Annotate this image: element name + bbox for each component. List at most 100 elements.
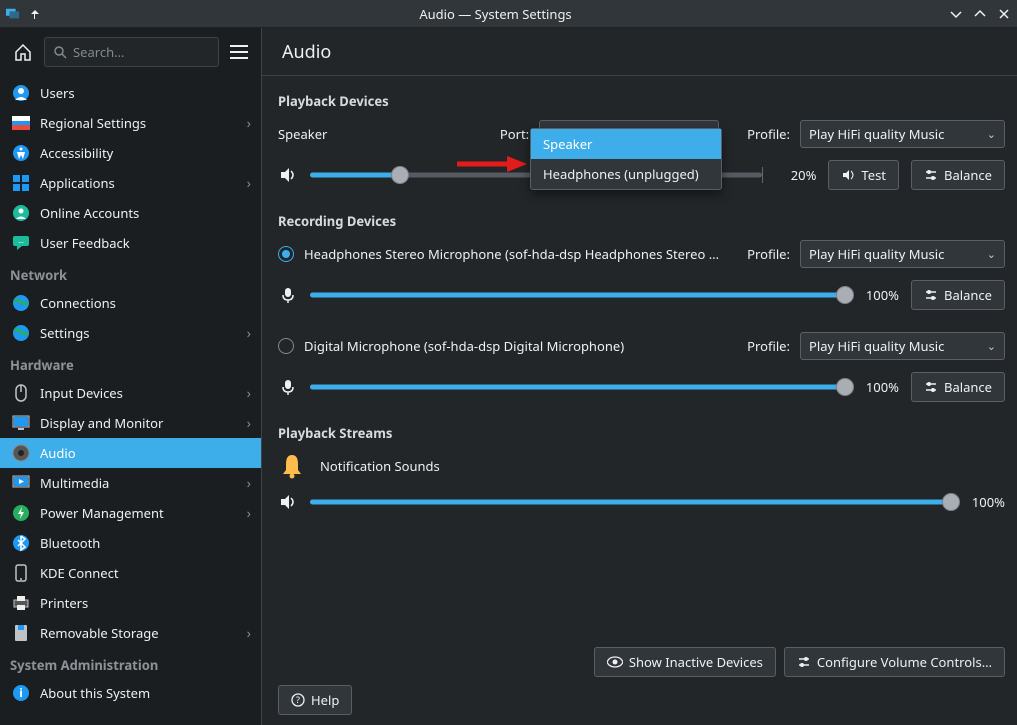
chevron-right-icon: › [247, 324, 251, 343]
multimedia-icon [12, 474, 30, 492]
sidebar-item-label: Applications [40, 174, 237, 192]
accessibility-icon [12, 144, 30, 162]
sidebar-item-power[interactable]: Power Management › [0, 498, 261, 528]
sidebar-item-label: Power Management [40, 504, 237, 522]
balance-label: Balance [944, 286, 992, 304]
sidebar-item-network-settings[interactable]: Settings › [0, 318, 261, 348]
balance-button[interactable]: Balance [911, 160, 1005, 190]
sidebar-item-applications[interactable]: Applications › [0, 168, 261, 198]
show-inactive-button[interactable]: Show Inactive Devices [594, 647, 776, 677]
chevron-right-icon: › [247, 474, 251, 493]
section-playback-streams: Playback Streams [278, 424, 1005, 442]
sidebar-item-audio[interactable]: Audio [0, 438, 261, 468]
sidebar-item-bluetooth[interactable]: Bluetooth [0, 528, 261, 558]
monitor-icon [12, 414, 30, 432]
sidebar-item-kdeconnect[interactable]: KDE Connect [0, 558, 261, 588]
device-name: Headphones Stereo Microphone (sof-hda-ds… [304, 245, 737, 263]
balance-button[interactable]: Balance [911, 372, 1005, 402]
sidebar-item-printers[interactable]: Printers [0, 588, 261, 618]
profile-combo[interactable]: Play HiFi quality Music ⌄ [800, 120, 1005, 148]
sidebar-item-label: Online Accounts [40, 204, 251, 222]
sidebar-item-regional[interactable]: Regional Settings › [0, 108, 261, 138]
test-label: Test [861, 166, 886, 184]
profile-label: Profile: [747, 337, 790, 355]
svg-text:i: i [19, 684, 23, 701]
sidebar-item-accessibility[interactable]: Accessibility [0, 138, 261, 168]
balance-label: Balance [944, 166, 992, 184]
port-option-headphones[interactable]: Headphones (unplugged) [531, 159, 721, 189]
sidebar-item-removable[interactable]: Removable Storage › [0, 618, 261, 648]
minimize-button[interactable] [949, 7, 963, 21]
battery-icon [12, 504, 30, 522]
port-dropdown-popup: Speaker Headphones (unplugged) [530, 128, 722, 190]
sidebar-item-label: Printers [40, 594, 251, 612]
balance-button[interactable]: Balance [911, 280, 1005, 310]
profile-value: Play HiFi quality Music [809, 245, 944, 263]
profile-value: Play HiFi quality Music [809, 125, 944, 143]
chevron-down-icon: ⌄ [987, 127, 996, 142]
device-name: Speaker [278, 125, 327, 143]
stream-name: Notification Sounds [320, 457, 440, 475]
sidebar-group-hardware: Hardware [0, 348, 261, 378]
mouse-icon [12, 384, 30, 402]
pin-icon[interactable] [28, 7, 42, 21]
volume-percent: 100% [857, 378, 899, 396]
test-button[interactable]: Test [828, 160, 899, 190]
port-label: Port: [500, 125, 529, 143]
sidebar-item-display[interactable]: Display and Monitor › [0, 408, 261, 438]
main-panel: Audio Playback Devices Speaker Port: Spe… [262, 28, 1017, 725]
window-title: Audio — System Settings [42, 5, 949, 23]
sidebar-item-label: About this System [40, 684, 251, 702]
sidebar-item-about[interactable]: i About this System [0, 678, 261, 708]
volume-slider[interactable] [310, 492, 951, 512]
port-option-speaker[interactable]: Speaker [531, 129, 721, 159]
feedback-icon: … [12, 234, 30, 252]
profile-combo[interactable]: Play HiFi quality Music ⌄ [800, 240, 1005, 268]
device-radio[interactable] [278, 338, 294, 354]
sidebar-item-users[interactable]: Users [0, 78, 261, 108]
close-button[interactable] [997, 7, 1011, 21]
help-label: Help [311, 691, 339, 709]
profile-label: Profile: [747, 245, 790, 263]
balance-label: Balance [944, 378, 992, 396]
maximize-button[interactable] [973, 7, 987, 21]
search-input[interactable]: Search… [44, 37, 219, 67]
chevron-right-icon: › [247, 414, 251, 433]
sidebar-item-feedback[interactable]: … User Feedback [0, 228, 261, 258]
svg-text:…: … [18, 237, 24, 246]
mute-toggle[interactable] [278, 165, 298, 185]
info-icon: i [12, 684, 30, 702]
device-name: Digital Microphone (sof-hda-dsp Digital … [304, 337, 737, 355]
sidebar-item-label: KDE Connect [40, 564, 251, 582]
volume-percent: 100% [857, 286, 899, 304]
device-radio[interactable] [278, 246, 294, 262]
applications-icon [12, 174, 30, 192]
hamburger-menu[interactable] [225, 38, 253, 66]
volume-percent: 100% [963, 493, 1005, 511]
sidebar-item-input-devices[interactable]: Input Devices › [0, 378, 261, 408]
profile-value: Play HiFi quality Music [809, 337, 944, 355]
removable-icon [12, 624, 30, 642]
profile-combo[interactable]: Play HiFi quality Music ⌄ [800, 332, 1005, 360]
sidebar-item-label: Audio [40, 444, 251, 462]
sidebar-item-label: Settings [40, 324, 237, 342]
volume-slider[interactable] [310, 377, 845, 397]
chevron-right-icon: › [247, 174, 251, 193]
show-inactive-label: Show Inactive Devices [629, 653, 763, 671]
bell-icon [278, 452, 306, 480]
section-recording-devices: Recording Devices [278, 212, 1005, 230]
configure-button[interactable]: Configure Volume Controls… [784, 647, 1005, 677]
sidebar-item-online-accounts[interactable]: Online Accounts [0, 198, 261, 228]
chevron-down-icon: ⌄ [987, 339, 996, 354]
mute-toggle[interactable] [278, 492, 298, 512]
sidebar-item-connections[interactable]: Connections [0, 288, 261, 318]
home-button[interactable] [8, 37, 38, 67]
sidebar-list: Users Regional Settings › Accessibility … [0, 76, 261, 725]
help-button[interactable]: ? Help [278, 685, 352, 715]
sidebar-item-multimedia[interactable]: Multimedia › [0, 468, 261, 498]
app-menu-icon[interactable] [6, 7, 20, 21]
mic-mute-toggle[interactable] [278, 377, 298, 397]
sidebar-item-label: Display and Monitor [40, 414, 237, 432]
mic-mute-toggle[interactable] [278, 285, 298, 305]
volume-slider[interactable] [310, 285, 845, 305]
